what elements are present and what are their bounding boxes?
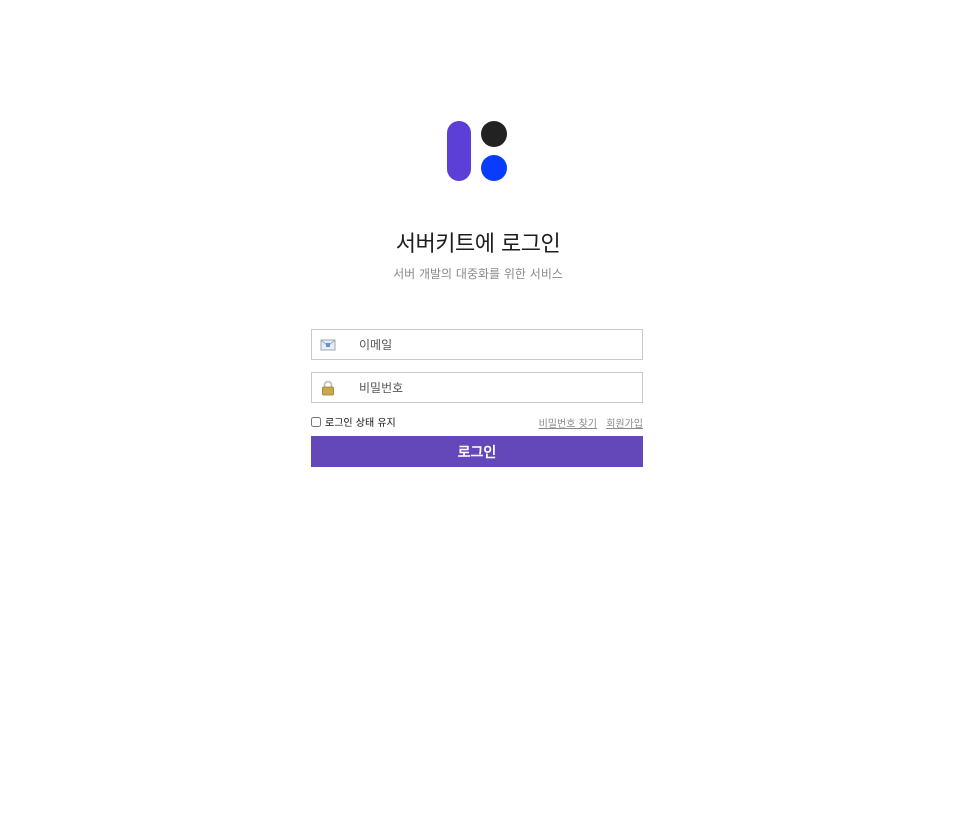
page-subtitle: 서버 개발의 대중화를 위한 서비스	[393, 267, 563, 281]
mail-icon	[320, 339, 336, 351]
lock-icon	[322, 380, 334, 396]
login-button[interactable]: 로그인	[311, 436, 643, 467]
logo-dot-top	[481, 121, 507, 147]
email-field[interactable]	[311, 329, 643, 360]
remember-me-checkbox[interactable]	[311, 416, 321, 427]
remember-me[interactable]: 로그인 상태 유지	[311, 414, 396, 429]
page-title: 서버키트에 로그인	[395, 232, 561, 257]
account-links: 비밀번호 찾기 회원가입	[533, 415, 643, 430]
signup-link[interactable]: 회원가입	[606, 419, 643, 430]
servicekit-logo-icon	[446, 120, 508, 182]
remember-me-label: 로그인 상태 유지	[325, 418, 396, 429]
login-page: 서버키트에 로그인 서버 개발의 대중화를 위한 서비스 로그인 상태 유지 비…	[0, 0, 956, 824]
find-password-link[interactable]: 비밀번호 찾기	[539, 419, 597, 430]
password-input[interactable]	[359, 373, 634, 402]
password-field[interactable]	[311, 372, 643, 403]
logo-dot-bottom	[481, 155, 507, 181]
email-input[interactable]	[359, 330, 634, 359]
logo-bar	[447, 121, 471, 181]
login-options: 로그인 상태 유지 비밀번호 찾기 회원가입	[311, 414, 643, 430]
